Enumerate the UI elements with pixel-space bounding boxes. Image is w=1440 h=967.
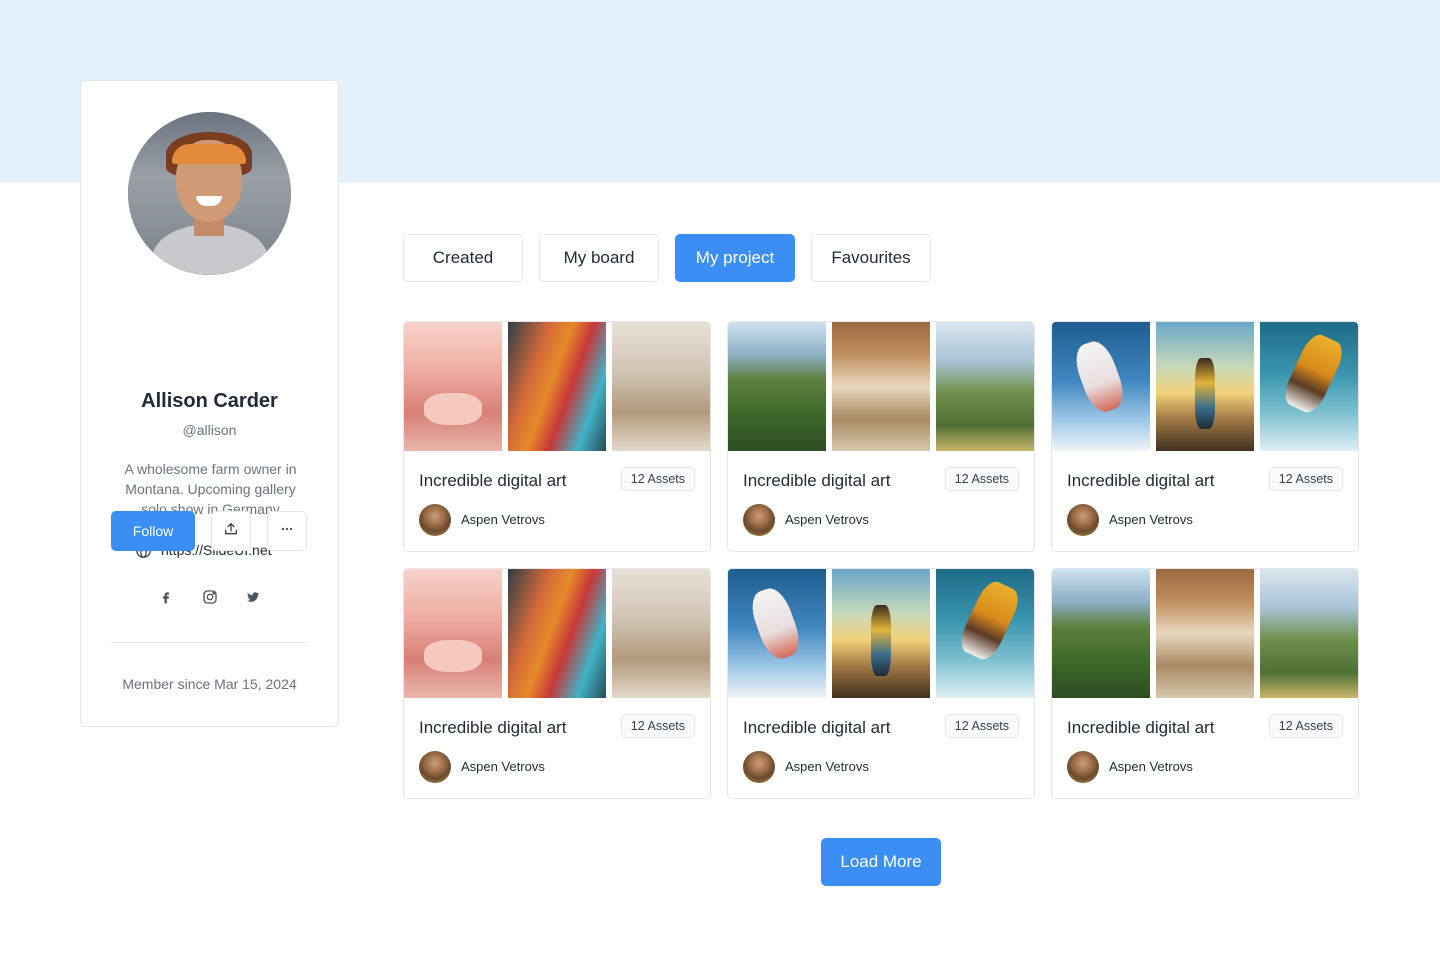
- card-title: Incredible digital art: [419, 471, 567, 490]
- thumbnail-image: [832, 322, 930, 451]
- author-avatar: [1067, 751, 1099, 783]
- thumbnail-image: [612, 569, 710, 698]
- author-name[interactable]: Aspen Vetrovs: [785, 759, 869, 774]
- card-thumbnails: [1052, 322, 1358, 451]
- social-links: [157, 588, 262, 606]
- member-since: Member since Mar 15, 2024: [122, 676, 297, 692]
- thumbnail-image: [728, 322, 826, 451]
- asset-count-badge: 12 Assets: [620, 714, 695, 738]
- profile-divider: [111, 642, 307, 643]
- thumbnail-image: [1052, 322, 1150, 451]
- author-name[interactable]: Aspen Vetrovs: [1109, 759, 1193, 774]
- profile-avatar: [128, 112, 291, 275]
- tab-my-board[interactable]: My board: [539, 234, 659, 282]
- card-thumbnails: [1052, 569, 1358, 698]
- asset-count-badge: 12 Assets: [620, 467, 695, 491]
- author-name[interactable]: Aspen Vetrovs: [785, 512, 869, 527]
- thumbnail-image: [1156, 322, 1254, 451]
- ellipsis-icon: [279, 521, 295, 542]
- thumbnail-image: [508, 569, 606, 698]
- asset-count-badge: 12 Assets: [1268, 467, 1343, 491]
- asset-count-badge: 12 Assets: [944, 467, 1019, 491]
- instagram-icon[interactable]: [201, 588, 219, 606]
- card-title: Incredible digital art: [743, 718, 891, 737]
- project-card[interactable]: Incredible digital art 12 Assets Aspen V…: [727, 321, 1035, 552]
- thumbnail-image: [404, 569, 502, 698]
- thumbnail-image: [404, 322, 502, 451]
- card-thumbnails: [728, 322, 1034, 451]
- thumbnail-image: [1052, 569, 1150, 698]
- thumbnail-image: [728, 569, 826, 698]
- thumbnail-image: [612, 322, 710, 451]
- card-title: Incredible digital art: [1067, 718, 1215, 737]
- thumbnail-image: [1260, 569, 1358, 698]
- thumbnail-image: [1260, 322, 1358, 451]
- card-thumbnails: [728, 569, 1034, 698]
- follow-button[interactable]: Follow: [111, 511, 195, 551]
- thumbnail-image: [832, 569, 930, 698]
- tab-created[interactable]: Created: [403, 234, 523, 282]
- asset-count-badge: 12 Assets: [1268, 714, 1343, 738]
- tab-favourites[interactable]: Favourites: [811, 234, 931, 282]
- thumbnail-image: [508, 322, 606, 451]
- card-thumbnails: [404, 569, 710, 698]
- thumbnail-image: [936, 322, 1034, 451]
- author-avatar: [743, 504, 775, 536]
- tab-my-project[interactable]: My project: [675, 234, 795, 282]
- project-card[interactable]: Incredible digital art 12 Assets Aspen V…: [1051, 321, 1359, 552]
- more-options-button[interactable]: [267, 511, 307, 551]
- share-icon: [223, 521, 239, 542]
- profile-name: Allison Carder: [141, 390, 278, 412]
- project-card[interactable]: Incredible digital art 12 Assets Aspen V…: [727, 568, 1035, 799]
- profile-handle: @allison: [182, 422, 237, 438]
- author-avatar: [419, 504, 451, 536]
- card-title: Incredible digital art: [419, 718, 567, 737]
- project-card[interactable]: Incredible digital art 12 Assets Aspen V…: [1051, 568, 1359, 799]
- load-more-button[interactable]: Load More: [821, 838, 941, 886]
- author-name[interactable]: Aspen Vetrovs: [461, 759, 545, 774]
- author-avatar: [1067, 504, 1099, 536]
- card-title: Incredible digital art: [1067, 471, 1215, 490]
- card-thumbnails: [404, 322, 710, 451]
- asset-count-badge: 12 Assets: [944, 714, 1019, 738]
- thumbnail-image: [1156, 569, 1254, 698]
- facebook-icon[interactable]: [157, 588, 175, 606]
- author-avatar: [743, 751, 775, 783]
- card-title: Incredible digital art: [743, 471, 891, 490]
- author-avatar: [419, 751, 451, 783]
- share-button[interactable]: [211, 511, 251, 551]
- thumbnail-image: [936, 569, 1034, 698]
- project-card[interactable]: Incredible digital art 12 Assets Aspen V…: [403, 321, 711, 552]
- profile-bio: A wholesome farm owner in Montana. Upcom…: [124, 461, 297, 517]
- author-name[interactable]: Aspen Vetrovs: [461, 512, 545, 527]
- profile-card: Allison Carder @allison A wholesome farm…: [80, 80, 339, 727]
- project-card[interactable]: Incredible digital art 12 Assets Aspen V…: [403, 568, 711, 799]
- twitter-icon[interactable]: [244, 588, 262, 606]
- author-name[interactable]: Aspen Vetrovs: [1109, 512, 1193, 527]
